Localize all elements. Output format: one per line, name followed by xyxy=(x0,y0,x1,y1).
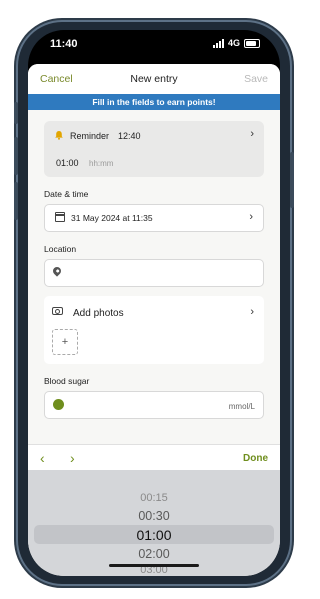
blood-sugar-field[interactable]: mmol/L xyxy=(44,391,264,419)
date-time-field[interactable]: 31 May 2024 at 11:35 › xyxy=(44,204,264,232)
reminder-label: Reminder xyxy=(70,131,110,141)
location-field[interactable] xyxy=(44,259,264,287)
phone-volume-down xyxy=(14,182,18,220)
status-time: 11:40 xyxy=(50,38,78,50)
phone-screen: 11:40 4G Cancel New entry Save Fill in t… xyxy=(28,30,280,576)
network-type: 4G xyxy=(227,38,240,48)
calendar-icon xyxy=(55,212,65,222)
reminder-card[interactable]: Reminder 12:40 › 01:00 hh:mm xyxy=(44,121,264,177)
blood-sugar-status-dot xyxy=(53,399,64,410)
page-title: New entry xyxy=(130,73,178,85)
blood-sugar-label: Blood sugar xyxy=(44,376,90,386)
form-content: Reminder 12:40 › 01:00 hh:mm Date & time… xyxy=(28,121,280,419)
home-indicator[interactable] xyxy=(109,564,199,567)
add-photos-label: Add photos xyxy=(73,308,124,319)
new-entry-sheet: Cancel New entry Save Fill in the fields… xyxy=(28,64,280,576)
signal-icon xyxy=(212,38,224,48)
points-banner: Fill in the fields to earn points! xyxy=(28,94,280,110)
add-photos-card[interactable]: Add photos › + xyxy=(44,296,264,364)
battery-icon xyxy=(244,38,260,48)
picker-item-selected[interactable]: 01:00 xyxy=(28,527,280,543)
status-indicators: 4G xyxy=(212,38,260,48)
previous-field-button[interactable]: ‹ xyxy=(40,450,45,466)
bell-icon xyxy=(55,131,63,140)
phone-mute-switch xyxy=(14,102,18,124)
status-bar: 11:40 4G xyxy=(28,30,280,58)
camera-icon xyxy=(52,307,63,315)
chevron-right-icon: › xyxy=(250,306,254,318)
date-time-value: 31 May 2024 at 11:35 xyxy=(71,213,153,223)
save-button[interactable]: Save xyxy=(244,73,268,85)
next-field-button[interactable]: › xyxy=(70,450,75,466)
picker-item[interactable]: 02:00 xyxy=(28,547,280,561)
nav-bar: Cancel New entry Save xyxy=(28,64,280,94)
reminder-duration-placeholder: hh:mm xyxy=(89,159,114,168)
reminder-time: 12:40 xyxy=(118,131,141,141)
picker-item[interactable]: 00:15 xyxy=(28,492,280,504)
location-label: Location xyxy=(44,244,77,254)
location-pin-icon xyxy=(51,265,63,277)
done-button[interactable]: Done xyxy=(243,453,268,464)
keyboard-toolbar: ‹ › Done xyxy=(28,444,280,471)
blood-sugar-unit: mmol/L xyxy=(228,402,255,411)
chevron-right-icon: › xyxy=(249,211,253,223)
add-photo-button[interactable]: + xyxy=(52,329,78,355)
phone-power-button xyxy=(290,152,294,208)
duration-picker[interactable]: 00:15 00:30 01:00 02:00 03:00 xyxy=(28,470,280,576)
picker-item[interactable]: 00:30 xyxy=(28,509,280,523)
date-time-label: Date & time xyxy=(44,189,89,199)
reminder-duration-value[interactable]: 01:00 xyxy=(56,158,79,168)
chevron-right-icon: › xyxy=(250,128,254,140)
phone-volume-up xyxy=(14,137,18,175)
